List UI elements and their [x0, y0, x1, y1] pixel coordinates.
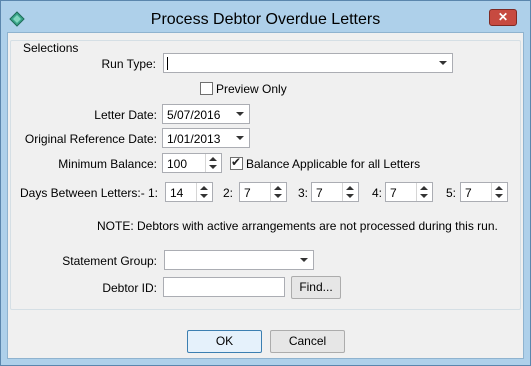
- days-4-stepper[interactable]: 7: [385, 182, 433, 202]
- letter-date-label: Letter Date:: [94, 108, 157, 122]
- cancel-button[interactable]: Cancel: [270, 330, 345, 353]
- days-4-label: 4:: [372, 186, 383, 200]
- days-1-stepper[interactable]: 14: [165, 182, 213, 202]
- days-5-stepper[interactable]: 7: [460, 182, 508, 202]
- original-reference-date-value: 1/01/2013: [167, 132, 221, 146]
- run-type-select[interactable]: [163, 53, 453, 73]
- days-1-value: 14: [170, 186, 184, 200]
- days-3-label: 3:: [298, 186, 309, 200]
- spinner-icon[interactable]: [491, 183, 507, 201]
- original-reference-date-picker[interactable]: 1/01/2013: [162, 128, 250, 148]
- letter-date-value: 5/07/2016: [167, 108, 221, 122]
- find-button[interactable]: Find...: [291, 276, 341, 299]
- ok-button[interactable]: OK: [187, 330, 262, 353]
- spinner-icon[interactable]: [196, 183, 212, 201]
- statement-group-label: Statement Group:: [62, 254, 157, 268]
- preview-only-checkbox[interactable]: [200, 82, 213, 95]
- checkmark-icon: ✔: [231, 155, 242, 169]
- days-2-stepper[interactable]: 7: [239, 182, 287, 202]
- dialog-window: Process Debtor Overdue Letters ✕ Selecti…: [0, 0, 531, 366]
- debtor-id-label: Debtor ID:: [102, 281, 157, 295]
- dialog-body: Selections Run Type: Preview Only Letter…: [7, 32, 524, 359]
- balance-applicable-checkbox[interactable]: ✔: [230, 155, 243, 170]
- run-type-label: Run Type:: [101, 57, 156, 71]
- minimum-balance-label: Minimum Balance:: [58, 157, 157, 171]
- days-between-label: Days Between Letters:-: [20, 186, 145, 200]
- minimum-balance-stepper[interactable]: 100: [162, 153, 222, 173]
- button-bar: OK Cancel: [8, 312, 523, 358]
- original-reference-date-label: Original Reference Date:: [24, 132, 157, 146]
- selections-group-label: Selections: [21, 41, 81, 55]
- debtor-id-input[interactable]: [163, 277, 285, 297]
- text-caret: [167, 57, 168, 70]
- note-text: NOTE: Debtors with active arrangements a…: [97, 219, 498, 233]
- chevron-down-icon[interactable]: [300, 258, 308, 262]
- chevron-down-icon[interactable]: [236, 112, 244, 116]
- close-button[interactable]: ✕: [489, 9, 517, 26]
- statement-group-select[interactable]: [164, 250, 314, 270]
- days-2-label: 2:: [223, 186, 234, 200]
- chevron-down-icon[interactable]: [236, 136, 244, 140]
- letter-date-picker[interactable]: 5/07/2016: [162, 104, 250, 124]
- spinner-icon[interactable]: [205, 154, 221, 172]
- days-4-value: 7: [390, 186, 397, 200]
- minimum-balance-value: 100: [167, 157, 188, 171]
- days-5-label: 5:: [446, 186, 457, 200]
- spinner-icon[interactable]: [342, 183, 358, 201]
- days-3-stepper[interactable]: 7: [311, 182, 359, 202]
- balance-applicable-label: Balance Applicable for all Letters: [246, 157, 421, 171]
- days-5-value: 7: [465, 186, 472, 200]
- days-3-value: 7: [316, 186, 323, 200]
- spinner-icon[interactable]: [270, 183, 286, 201]
- days-1-label: 1:: [148, 186, 159, 200]
- window-title: Process Debtor Overdue Letters: [150, 11, 381, 28]
- chevron-down-icon[interactable]: [439, 61, 447, 65]
- spinner-icon[interactable]: [416, 183, 432, 201]
- days-2-value: 7: [244, 186, 251, 200]
- preview-only-label: Preview Only: [216, 82, 287, 96]
